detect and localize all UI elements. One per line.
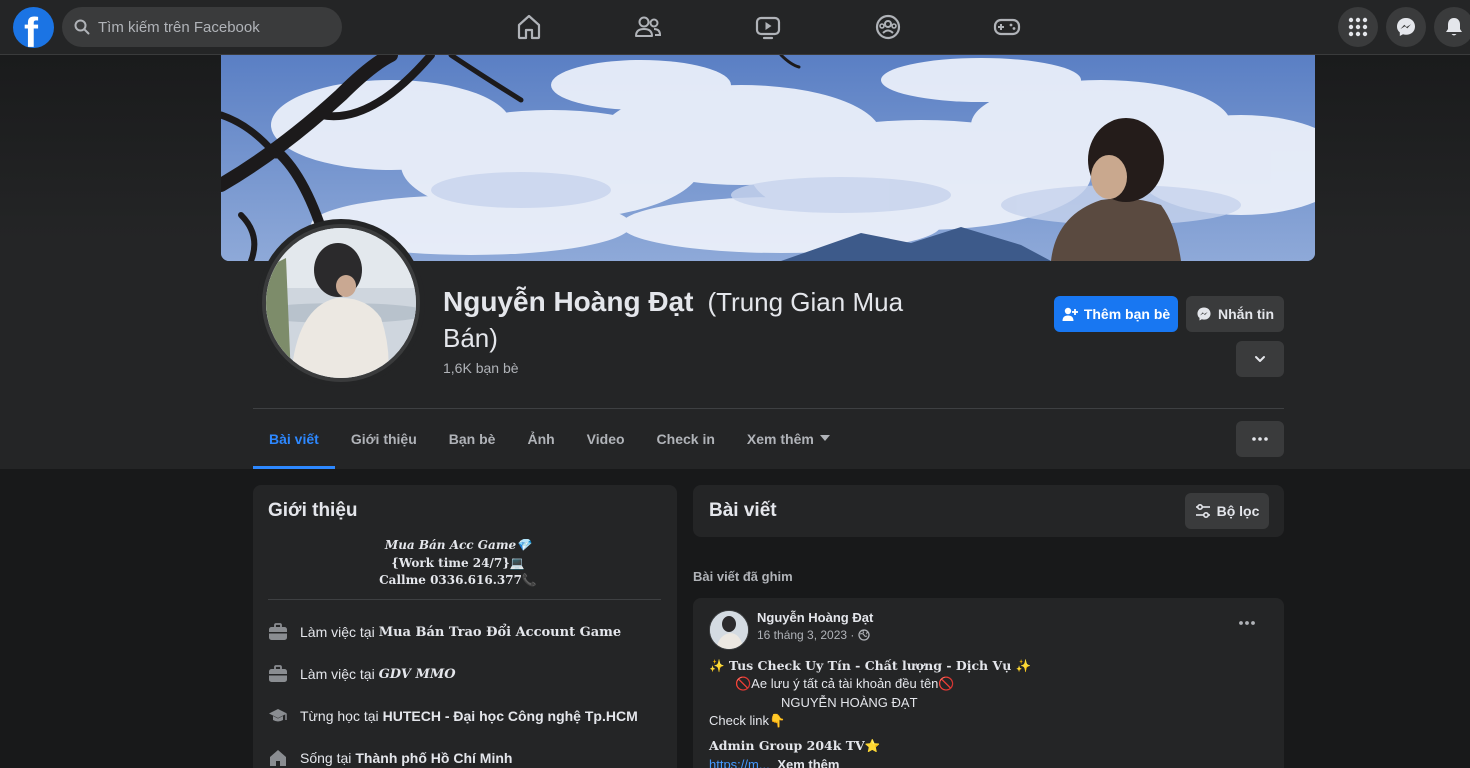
post-date[interactable]: 16 tháng 3, 2023 · bbox=[757, 628, 871, 642]
see-more-link[interactable]: Xem thêm bbox=[777, 757, 839, 768]
intro-education: Từng học tại HUTECH - Đại học Công nghệ T… bbox=[268, 706, 638, 726]
filter-icon bbox=[1195, 503, 1211, 519]
bio-line: Mua Bán Acc Game💎 bbox=[384, 538, 532, 552]
globe-icon bbox=[858, 629, 871, 641]
filter-button[interactable]: Bộ lọc bbox=[1185, 493, 1269, 529]
intro-prefix: Làm việc tại bbox=[300, 666, 375, 682]
tab-label: Ảnh bbox=[527, 431, 555, 447]
profile-name: Nguyễn Hoàng Đạt (Trung Gian Mua Bán) bbox=[443, 284, 963, 356]
posts-header-card: Bài viết Bộ lọc bbox=[693, 485, 1284, 537]
header-divider bbox=[253, 408, 1284, 409]
tab-label: Xem thêm bbox=[746, 431, 814, 447]
add-friend-button[interactable]: Thêm bạn bè bbox=[1054, 296, 1178, 332]
tab-videos[interactable]: Video bbox=[571, 410, 641, 469]
watch-icon[interactable] bbox=[753, 12, 783, 42]
post-author-avatar[interactable] bbox=[709, 610, 749, 650]
add-friend-icon bbox=[1062, 306, 1078, 322]
tab-about[interactable]: Giới thiệu bbox=[335, 410, 433, 469]
intro-value-link[interactable]: GDV MMO bbox=[379, 667, 456, 682]
posts-title: Bài viết bbox=[709, 500, 777, 521]
tab-label: Giới thiệu bbox=[350, 431, 417, 447]
filter-label: Bộ lọc bbox=[1216, 503, 1260, 519]
search-icon bbox=[74, 19, 90, 35]
intro-value-link[interactable]: Mua Bán Trao Đổi Account Game bbox=[379, 625, 621, 640]
search-input[interactable] bbox=[98, 7, 333, 47]
intro-bio: Mua Bán Acc Game💎 {Work time 24/7}💻 Call… bbox=[253, 537, 663, 590]
intro-location: Sống tại Thành phố Hồ Chí Minh bbox=[268, 748, 512, 768]
post-options-icon[interactable] bbox=[1238, 620, 1256, 626]
top-navigation-bar: f bbox=[0, 0, 1470, 55]
caret-down-icon bbox=[819, 435, 830, 442]
tab-checkins[interactable]: Check in bbox=[641, 410, 731, 469]
intro-prefix: Làm việc tại bbox=[300, 624, 375, 640]
home-icon[interactable] bbox=[514, 12, 544, 42]
intro-work-1: Làm việc tại Mua Bán Trao Đổi Account Gam… bbox=[268, 622, 621, 642]
intro-divider bbox=[268, 599, 661, 600]
more-horizontal-icon bbox=[1252, 437, 1268, 441]
more-options-button[interactable] bbox=[1236, 421, 1284, 457]
search-box[interactable] bbox=[62, 7, 342, 47]
notifications-icon[interactable] bbox=[1434, 7, 1470, 47]
graduation-cap-icon bbox=[268, 706, 288, 726]
messenger-icon[interactable] bbox=[1386, 7, 1426, 47]
message-label: Nhắn tin bbox=[1218, 306, 1274, 322]
profile-avatar[interactable] bbox=[262, 224, 420, 382]
friends-icon[interactable] bbox=[633, 12, 663, 42]
post-text-line: ✨ Tus Check Uy Tín - Chất lượng - Dịch V… bbox=[709, 658, 1032, 673]
tab-more[interactable]: Xem thêm bbox=[731, 410, 846, 469]
intro-card: Giới thiệu Mua Bán Acc Game💎 {Work time … bbox=[253, 485, 677, 768]
post-author-name[interactable]: Nguyễn Hoàng Đạt bbox=[757, 610, 873, 625]
pinned-post-card: Nguyễn Hoàng Đạt 16 tháng 3, 2023 · ✨ Tu… bbox=[693, 598, 1284, 768]
gaming-icon[interactable] bbox=[992, 12, 1022, 42]
chevron-down-icon bbox=[1253, 352, 1267, 366]
profile-main-name: Nguyễn Hoàng Đạt bbox=[443, 286, 694, 317]
post-link-row: https://m... Xem thêm bbox=[709, 757, 839, 768]
message-button[interactable]: Nhắn tin bbox=[1186, 296, 1284, 332]
tab-posts[interactable]: Bài viết bbox=[253, 410, 335, 469]
bio-line: {Work time 24/7}💻 bbox=[391, 555, 525, 570]
intro-work-2: Làm việc tại GDV MMO bbox=[268, 664, 456, 684]
cover-photo[interactable] bbox=[221, 55, 1315, 261]
post-date-text: 16 tháng 3, 2023 · bbox=[757, 628, 855, 642]
messenger-small-icon bbox=[1196, 306, 1212, 322]
intro-title: Giới thiệu bbox=[268, 500, 358, 521]
tab-friends[interactable]: Bạn bè bbox=[433, 410, 512, 469]
tab-label: Check in bbox=[656, 431, 715, 447]
intro-prefix: Từng học tại bbox=[300, 708, 379, 724]
add-friend-label: Thêm bạn bè bbox=[1083, 306, 1171, 322]
menu-grid-icon[interactable] bbox=[1338, 7, 1378, 47]
profile-tabs: Bài viết Giới thiệu Bạn bè Ảnh Video Che… bbox=[253, 410, 846, 469]
friend-count[interactable]: 1,6K bạn bè bbox=[443, 360, 519, 376]
tab-photos[interactable]: Ảnh bbox=[511, 410, 570, 469]
home-icon bbox=[268, 748, 288, 768]
intro-prefix: Sống tại bbox=[300, 750, 352, 766]
briefcase-icon bbox=[268, 622, 288, 642]
intro-value-link[interactable]: Thành phố Hồ Chí Minh bbox=[355, 750, 512, 766]
post-text-line: Check link👇 bbox=[709, 713, 786, 728]
tab-label: Bạn bè bbox=[448, 431, 496, 447]
post-text-line: Admin Group 204k TV⭐ bbox=[709, 738, 881, 753]
briefcase-icon bbox=[268, 664, 288, 684]
post-link[interactable]: https://m... bbox=[709, 757, 770, 768]
groups-icon[interactable] bbox=[873, 12, 903, 42]
bio-line: Callme 0336.616.377📞 bbox=[379, 573, 537, 587]
pinned-posts-label: Bài viết đã ghim bbox=[693, 569, 793, 584]
post-text-line: 🚫Ae lưu ý tất cả tài khoản đều tên🚫 bbox=[735, 676, 955, 691]
expand-options-button[interactable] bbox=[1236, 341, 1284, 377]
intro-value-link[interactable]: HUTECH - Đại học Công nghệ Tp.HCM bbox=[383, 708, 638, 724]
facebook-logo-letter: f bbox=[24, 9, 38, 48]
tab-label: Bài viết bbox=[269, 431, 319, 447]
tab-label: Video bbox=[586, 431, 625, 447]
post-text-line: NGUYỄN HOÀNG ĐẠT bbox=[781, 695, 918, 710]
facebook-logo-icon[interactable]: f bbox=[13, 7, 54, 48]
